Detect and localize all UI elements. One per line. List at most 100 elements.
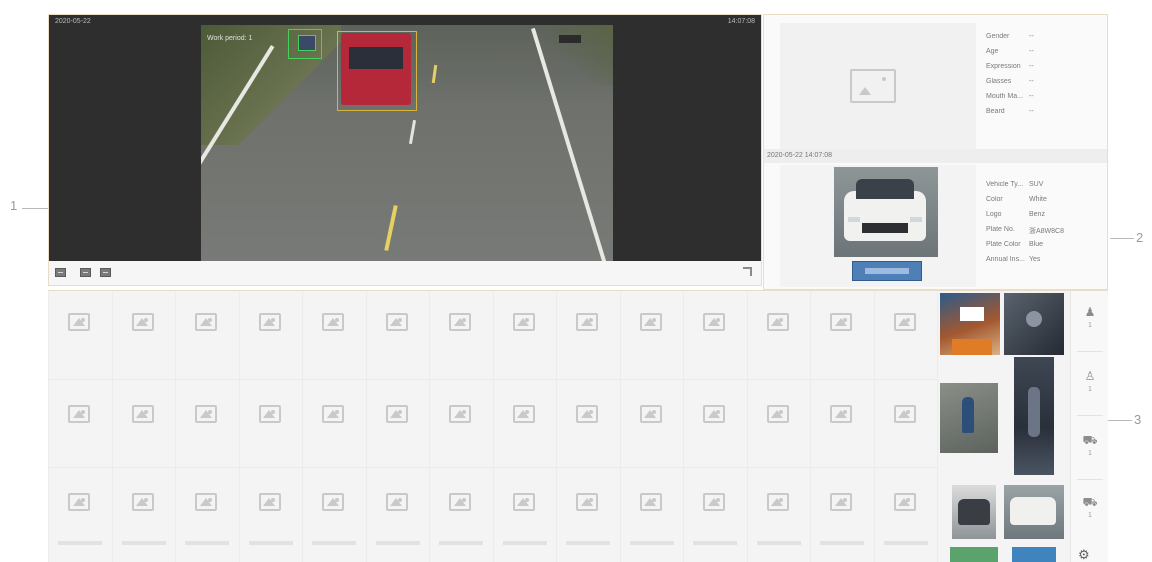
sidebar-item-vehicle[interactable]: ⛟ 1 [1071, 421, 1108, 477]
capture-cell[interactable] [48, 383, 112, 469]
capture-cell[interactable] [810, 383, 874, 469]
image-placeholder-icon [703, 313, 725, 331]
capture-cell[interactable] [112, 471, 176, 557]
capture-cell[interactable] [239, 471, 303, 557]
capture-cell[interactable] [302, 383, 366, 469]
capture-cell[interactable] [239, 383, 303, 469]
vehicle-attr-plate-color: Plate Color Blue [986, 241, 1044, 248]
capture-cell[interactable] [429, 383, 493, 469]
video-frame: Work period: 1 [201, 25, 613, 261]
layout-4-icon[interactable] [80, 268, 91, 277]
face-detection-inner [298, 35, 316, 51]
plate-snapshot[interactable] [852, 261, 922, 281]
grid-row-divider [48, 379, 938, 380]
vehicle-shape [1010, 497, 1056, 525]
live-video-view[interactable]: 2020-05-22 14:07:08 Work period: 1 [49, 15, 761, 261]
capture-cell[interactable] [302, 291, 366, 377]
image-placeholder-icon [639, 313, 662, 331]
capture-cell[interactable] [810, 471, 874, 557]
car-headlight-left [848, 217, 860, 222]
capture-cell[interactable] [620, 291, 684, 377]
image-placeholder-icon [195, 405, 217, 423]
layout-9-icon[interactable] [100, 268, 111, 277]
snapshot-plate-green[interactable] [950, 547, 998, 562]
capture-cell[interactable] [874, 471, 938, 557]
sidebar-divider [1077, 351, 1103, 352]
center-dash-3 [384, 205, 398, 251]
image-placeholder-icon [512, 313, 535, 331]
capture-cell[interactable] [747, 471, 811, 557]
capture-cell[interactable] [556, 383, 620, 469]
sidebar-item-face[interactable]: ♟ 1 [1071, 293, 1108, 349]
face-image-placeholder [780, 23, 976, 151]
snapshot-vehicle-front[interactable] [952, 485, 996, 539]
capture-cell[interactable] [112, 383, 176, 469]
snapshot-plate-blue[interactable] [1012, 547, 1056, 562]
capture-cell[interactable] [493, 383, 557, 469]
capture-cell[interactable] [556, 471, 620, 557]
snapshot-pedestrian-1[interactable] [940, 383, 998, 453]
image-placeholder-icon [639, 405, 662, 423]
sidebar-item-body[interactable]: ♙ 1 [1071, 357, 1108, 413]
image-placeholder-icon [576, 493, 598, 511]
capture-cell[interactable] [366, 471, 430, 557]
capture-cell[interactable] [620, 471, 684, 557]
capture-cell[interactable] [175, 291, 239, 377]
capture-cell[interactable] [48, 471, 112, 557]
face-attr-age: Age -- [986, 48, 1034, 55]
capture-cell[interactable] [175, 471, 239, 557]
image-placeholder-icon [131, 405, 154, 423]
capture-cell[interactable] [175, 383, 239, 469]
image-placeholder-icon [449, 493, 471, 511]
capture-cell[interactable] [874, 383, 938, 469]
car-grill [862, 223, 908, 233]
capture-cell[interactable] [747, 383, 811, 469]
safety-vest [952, 339, 992, 355]
vehicle-snapshot[interactable] [834, 167, 938, 257]
car-headlight-right [910, 217, 922, 222]
layout-1-icon[interactable] [55, 268, 66, 277]
snapshot-face-1[interactable] [940, 293, 1000, 355]
capture-cell[interactable] [112, 291, 176, 377]
capture-cell[interactable] [302, 471, 366, 557]
capture-cell[interactable] [493, 291, 557, 377]
capture-cell[interactable] [747, 291, 811, 377]
capture-cell[interactable] [683, 383, 747, 469]
capture-cell[interactable] [429, 471, 493, 557]
image-placeholder-icon [512, 493, 535, 511]
snapshot-body-1[interactable] [1014, 357, 1054, 475]
image-placeholder-icon [68, 313, 90, 331]
gear-icon[interactable]: ⚙ [1078, 547, 1090, 562]
capture-cell[interactable] [48, 291, 112, 377]
body-icon: ♙ [1084, 369, 1096, 383]
capture-cell[interactable] [620, 383, 684, 469]
image-placeholder-icon [766, 493, 789, 511]
capture-cell[interactable] [556, 291, 620, 377]
fullscreen-icon[interactable] [743, 267, 752, 276]
capture-cell[interactable] [493, 471, 557, 557]
capture-cell[interactable] [366, 291, 430, 377]
capture-caption [375, 541, 420, 545]
sidebar-item-non-motor[interactable]: ⛟ 1 [1071, 483, 1108, 539]
capture-cell[interactable] [874, 291, 938, 377]
pedestrian-figure [962, 397, 974, 433]
image-placeholder-icon [131, 313, 154, 331]
car-icon: ⛟ [1082, 433, 1098, 447]
capture-cell[interactable] [683, 471, 747, 557]
capture-cell[interactable] [683, 291, 747, 377]
body-figure [1028, 387, 1040, 437]
image-placeholder-icon [893, 313, 916, 331]
far-vehicle [559, 35, 581, 43]
video-timestamp-date: 2020-05-22 [55, 18, 91, 25]
image-placeholder-icon [512, 405, 535, 423]
image-placeholder-icon [322, 313, 344, 331]
capture-cell[interactable] [366, 383, 430, 469]
snapshot-vehicle-white[interactable] [1004, 485, 1064, 539]
snapshot-driver-1[interactable] [1004, 293, 1064, 355]
capture-cell[interactable] [429, 291, 493, 377]
capture-cell[interactable] [810, 291, 874, 377]
capture-caption [629, 541, 674, 545]
capture-cell[interactable] [239, 291, 303, 377]
image-placeholder-icon [258, 493, 281, 511]
capture-time-bar: 2020-05-22 14:07:08 [764, 149, 1107, 163]
